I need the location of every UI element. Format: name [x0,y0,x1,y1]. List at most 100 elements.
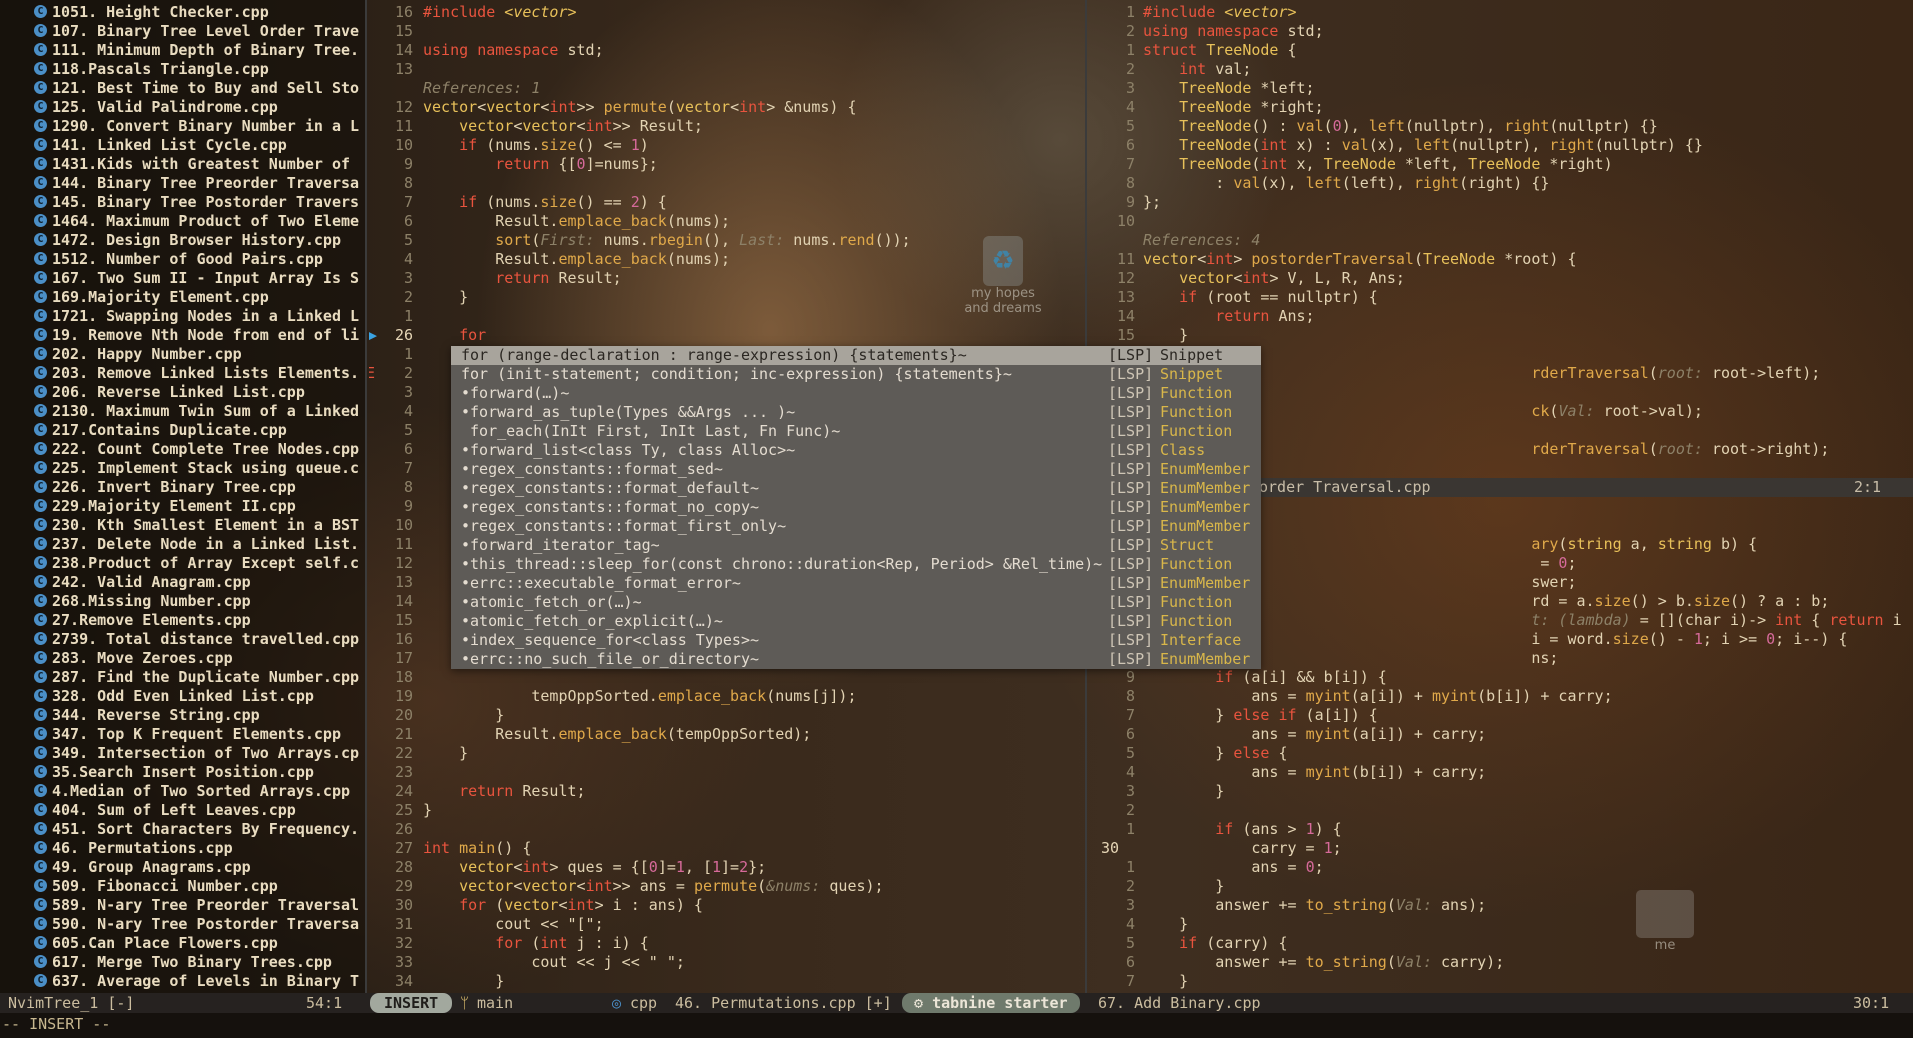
completion-item[interactable]: •atomic_fetch_or(…)~ [LSP] Function [451,593,1261,612]
tree-file-item[interactable]: C 347. Top K Frequent Elements.cpp [0,725,365,744]
tree-file-item[interactable]: C 226. Invert Binary Tree.cpp [0,478,365,497]
tree-file-item[interactable]: C 46. Permutations.cpp [0,839,365,858]
tree-file-item[interactable]: C 1464. Maximum Product of Two Eleme [0,212,365,231]
completion-item[interactable]: for (range-declaration : range-expressio… [451,346,1261,365]
code-text: cout << j << " "; [423,953,685,971]
tree-file-item[interactable]: C 141. Linked List Cycle.cpp [0,136,365,155]
completion-item[interactable]: •regex_constants::format_first_only~ [LSP… [451,517,1261,536]
tree-file-item[interactable]: C 35.Search Insert Position.cpp [0,763,365,782]
tree-file-item[interactable]: C 206. Reverse Linked List.cpp [0,383,365,402]
tree-file-item[interactable]: C 404. Sum of Left Leaves.cpp [0,801,365,820]
code-line: 1 if (ans > 1) { [1089,820,1913,839]
tree-file-item[interactable]: C 287. Find the Duplicate Number.cpp [0,668,365,687]
completion-item[interactable]: •errc::executable_format_error~ [LSP] Enum… [451,574,1261,593]
tree-file-item[interactable]: C 19. Remove Nth Node from end of li [0,326,365,345]
completion-item[interactable]: for_each(InIt First, InIt Last, Fn Func)… [451,422,1261,441]
tree-file-item[interactable]: C 617. Merge Two Binary Trees.cpp [0,953,365,972]
completion-popup[interactable]: for (range-declaration : range-expressio… [451,346,1261,669]
tree-file-item[interactable]: C 637. Average of Levels in Binary T [0,972,365,991]
tree-file-item[interactable]: C 203. Remove Linked Lists Elements. [0,364,365,383]
tree-file-item[interactable]: C 242. Valid Anagram.cpp [0,573,365,592]
code-text: int val; [1179,60,1252,78]
tree-file-item[interactable]: C 121. Best Time to Buy and Sell Sto [0,79,365,98]
completion-item[interactable]: •forward_as_tuple(Types &&Args ... )~ [LS… [451,403,1261,422]
tree-file-item[interactable]: C 238.Product of Array Except self.c [0,554,365,573]
tree-file-item[interactable]: C 451. Sort Characters By Frequency. [0,820,365,839]
tree-file-item[interactable]: C 1512. Number of Good Pairs.cpp [0,250,365,269]
tree-file-item[interactable]: C 1472. Design Browser History.cpp [0,231,365,250]
completion-item[interactable]: •index_sequence_for<class Types>~ [LSP] In… [451,631,1261,650]
code-text: } [423,744,469,762]
tree-file-item[interactable]: C 268.Missing Number.cpp [0,592,365,611]
line-number: 15 [394,22,413,40]
tree-file-name: 268.Missing Number.cpp [52,592,251,610]
code-line: 10 if (nums.size() <= 1) [369,136,1085,155]
tree-file-item[interactable]: C 222. Count Complete Tree Nodes.cpp [0,440,365,459]
tree-file-item[interactable]: C 328. Odd Even Linked List.cpp [0,687,365,706]
tree-file-item[interactable]: C 144. Binary Tree Preorder Traversa [0,174,365,193]
tree-file-item[interactable]: C 589. N-ary Tree Preorder Traversal [0,896,365,915]
cpp-file-icon: C [34,518,47,531]
tree-file-item[interactable]: C 111. Minimum Depth of Binary Tree. [0,41,365,60]
completion-item[interactable]: •forward_list<class Ty, class Alloc>~ [LS… [451,441,1261,460]
tree-file-item[interactable]: C 27.Remove Elements.cpp [0,611,365,630]
tree-file-item[interactable]: C 1290. Convert Binary Number in a L [0,117,365,136]
completion-kind: Function [1160,612,1233,630]
tree-file-name: 222. Count Complete Tree Nodes.cpp [52,440,360,458]
split-divider[interactable] [365,0,367,993]
cpp-file-icon: C [34,214,47,227]
code-line: 10 [1089,212,1913,231]
tree-file-item[interactable]: C 167. Two Sum II - Input Array Is S [0,269,365,288]
tree-file-item[interactable]: C 229.Majority Element II.cpp [0,497,365,516]
completion-item[interactable]: •regex_constants::format_sed~ [LSP] EnumMe… [451,460,1261,479]
tree-file-item[interactable]: C 283. Move Zeroes.cpp [0,649,365,668]
tree-file-item[interactable]: C 349. Intersection of Two Arrays.cp [0,744,365,763]
tree-file-item[interactable]: C 217.Contains Duplicate.cpp [0,421,365,440]
tree-file-item[interactable]: C 237. Delete Node in a Linked List. [0,535,365,554]
line-number: 4 [1125,915,1135,933]
completion-item[interactable]: •atomic_fetch_or_explicit(…)~ [LSP] Functi… [451,612,1261,631]
inner-status-file: order Traversal.cpp [1259,478,1431,496]
code-text: } [423,706,505,724]
tree-file-item[interactable]: C 225. Implement Stack using queue.c [0,459,365,478]
cpp-file-icon: C [34,708,47,721]
tree-file-item[interactable]: C 1721. Swapping Nodes in a Linked L [0,307,365,326]
tree-file-item[interactable]: C 1051. Height Checker.cpp [0,3,365,22]
tree-file-item[interactable]: C 202. Happy Number.cpp [0,345,365,364]
completion-item[interactable]: •forward_iterator_tag~ [LSP] Struct [451,536,1261,555]
tree-file-name: 1512. Number of Good Pairs.cpp [52,250,323,268]
tree-file-item[interactable]: C 49. Group Anagrams.cpp [0,858,365,877]
tree-file-item[interactable]: C 590. N-ary Tree Postorder Traversa [0,915,365,934]
tree-file-item[interactable]: C 125. Valid Palindrome.cpp [0,98,365,117]
tree-file-item[interactable]: C 344. Reverse String.cpp [0,706,365,725]
completion-item[interactable]: •this_thread::sleep_for(const chrono::du… [451,555,1261,574]
cpp-file-icon: C [34,43,47,56]
nvim-tree-panel[interactable]: C 1051. Height Checker.cpp C 107. Binary Tr… [0,0,365,993]
tree-file-name: 225. Implement Stack using queue.c [52,459,360,477]
command-line[interactable]: -- INSERT -- [0,1013,1913,1038]
tree-file-item[interactable]: C 169.Majority Element.cpp [0,288,365,307]
completion-item[interactable]: •errc::no_such_file_or_directory~ [LSP] En… [451,650,1261,669]
completion-item[interactable]: •regex_constants::format_no_copy~ [LSP] En… [451,498,1261,517]
completion-item[interactable]: •forward(…)~ [LSP] Function [451,384,1261,403]
line-number: 13 [394,60,413,78]
line-number: 14 [394,41,413,59]
code-text: } else if (a[i]) { [1143,706,1378,724]
line-number: 7 [1125,706,1135,724]
tree-file-item[interactable]: C 107. Binary Tree Level Order Trave [0,22,365,41]
line-number: 6 [1125,725,1135,743]
tree-file-item[interactable]: C 1431.Kids with Greatest Number of [0,155,365,174]
completion-item[interactable]: for (init-statement; condition; inc-expr… [451,365,1261,384]
completion-item[interactable]: •regex_constants::format_default~ [LSP] En… [451,479,1261,498]
cpp-file-icon: C [34,347,47,360]
code-line: 29 vector<vector<int>> ans = permute(&nu… [369,877,1085,896]
tree-file-item[interactable]: C 509. Fibonacci Number.cpp [0,877,365,896]
tree-file-item[interactable]: C 2739. Total distance travelled.cpp [0,630,365,649]
tree-file-item[interactable]: C 4.Median of Two Sorted Arrays.cpp [0,782,365,801]
tree-file-item[interactable]: C 2130. Maximum Twin Sum of a Linked [0,402,365,421]
tree-file-item[interactable]: C 230. Kth Smallest Element in a BST [0,516,365,535]
tree-file-item[interactable]: C 605.Can Place Flowers.cpp [0,934,365,953]
line-number: 15 [1116,326,1135,344]
tree-file-item[interactable]: C 118.Pascals Triangle.cpp [0,60,365,79]
tree-file-item[interactable]: C 145. Binary Tree Postorder Travers [0,193,365,212]
